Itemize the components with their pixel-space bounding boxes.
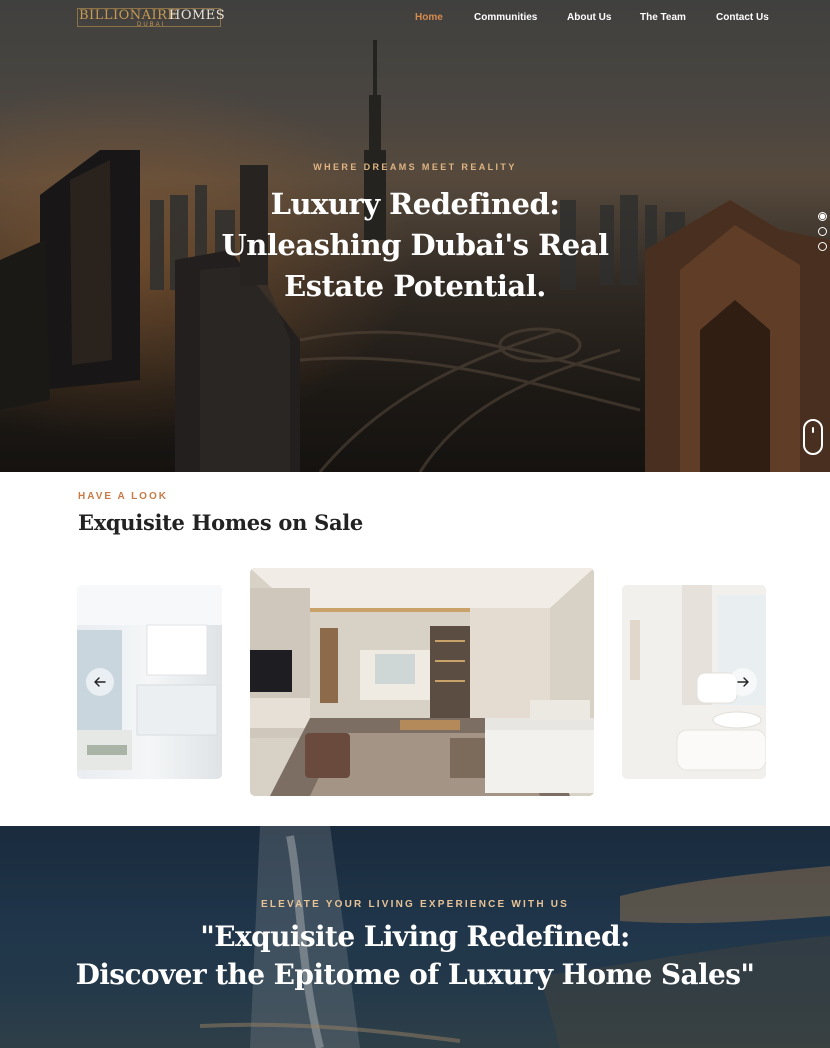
hero-pagination xyxy=(818,212,828,257)
pagination-dot-3[interactable] xyxy=(818,242,827,251)
pagination-dot-1[interactable] xyxy=(818,212,827,221)
homes-title: Exquisite Homes on Sale xyxy=(78,510,363,535)
home-slide-active[interactable] xyxy=(250,568,594,796)
nav-item-the-team[interactable]: The Team xyxy=(640,12,686,23)
scroll-wheel xyxy=(812,427,814,433)
hero-title: Luxury Redefined: Unleashing Dubai's Rea… xyxy=(221,187,610,303)
scroll-down-icon[interactable] xyxy=(803,419,823,455)
carousel-prev-button[interactable] xyxy=(86,668,114,696)
pagination-dot-2[interactable] xyxy=(818,227,827,236)
cta-kicker: ELEVATE YOUR LIVING EXPERIENCE WITH US xyxy=(260,899,570,910)
main-nav: Home Communities About Us The Team Conta… xyxy=(0,12,830,28)
cta-title-line-2: Discover the Epitome of Luxury Home Sale… xyxy=(75,958,755,991)
carousel-next-button[interactable] xyxy=(729,668,757,696)
cta-section: ELEVATE YOUR LIVING EXPERIENCE WITH US "… xyxy=(0,826,830,1048)
hero-section: BILLIONAIRE HOMES DUBAI Home Communities… xyxy=(0,0,830,472)
cta-title-line-1: "Exquisite Living Redefined: xyxy=(200,920,630,953)
nav-item-home[interactable]: Home xyxy=(415,12,443,23)
nav-item-contact-us[interactable]: Contact Us xyxy=(716,12,769,23)
slide-image-living-room xyxy=(250,568,594,796)
arrow-right-icon xyxy=(737,677,749,687)
nav-item-about-us[interactable]: About Us xyxy=(567,12,611,23)
hero-kicker: WHERE DREAMS MEET REALITY xyxy=(313,162,517,172)
arrow-left-icon xyxy=(94,677,106,687)
cta-title: "Exquisite Living Redefined: Discover th… xyxy=(0,918,830,994)
nav-item-communities[interactable]: Communities xyxy=(474,12,537,23)
homes-kicker: HAVE A LOOK xyxy=(78,491,168,502)
